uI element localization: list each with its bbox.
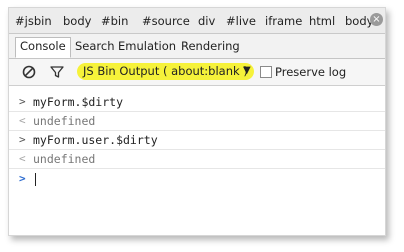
tab-console[interactable]: Console — [15, 37, 71, 58]
command-prompt-icon: > — [19, 95, 26, 108]
console-line: > myForm.$dirty — [9, 93, 385, 112]
breadcrumb-item[interactable]: html — [309, 14, 335, 28]
preserve-log-checkbox[interactable] — [260, 66, 272, 78]
tab-rendering[interactable]: Rendering — [181, 39, 240, 53]
result-prompt-icon: < — [19, 152, 26, 165]
breadcrumb-item[interactable]: div — [198, 14, 215, 28]
tab-search[interactable]: Search — [75, 39, 115, 53]
breadcrumb-item[interactable]: #live — [226, 14, 256, 28]
console-text: myForm.user.$dirty — [33, 133, 158, 147]
breadcrumb-item[interactable]: iframe — [265, 14, 302, 28]
text-caret — [35, 173, 36, 186]
breadcrumb-item[interactable]: body — [345, 14, 373, 28]
panel-tabs: Console Search Emulation Rendering — [9, 34, 385, 59]
console-input[interactable]: > — [9, 170, 385, 188]
console-line: < undefined — [9, 150, 385, 169]
close-icon[interactable]: × — [370, 13, 383, 26]
breadcrumb-item[interactable]: #jsbin — [15, 14, 52, 28]
context-selector[interactable]: JS Bin Output ( about:blank ) — [77, 63, 254, 80]
command-prompt-icon: > — [19, 133, 26, 146]
console-line: > myForm.user.$dirty — [9, 131, 385, 150]
input-prompt-icon: > — [19, 172, 26, 185]
devtools-panel: #jsbin body #bin #source div #live ifram… — [8, 7, 386, 236]
console-text: undefined — [33, 152, 96, 166]
breadcrumb: #jsbin body #bin #source div #live ifram… — [9, 8, 385, 34]
breadcrumb-item[interactable]: #source — [142, 14, 190, 28]
console-toolbar: JS Bin Output ( about:blank ) ▼ Preserve… — [9, 59, 385, 86]
dropdown-arrow-icon[interactable]: ▼ — [243, 65, 251, 76]
console-text: myForm.$dirty — [33, 95, 124, 109]
preserve-log-label[interactable]: Preserve log — [275, 65, 346, 79]
funnel-icon[interactable] — [49, 64, 65, 80]
breadcrumb-item[interactable]: #bin — [101, 14, 128, 28]
console-line: < undefined — [9, 112, 385, 131]
result-prompt-icon: < — [19, 114, 26, 127]
no-entry-icon[interactable] — [21, 64, 37, 80]
console-output: > myForm.$dirty < undefined > myForm.use… — [9, 86, 385, 235]
breadcrumb-item[interactable]: body — [63, 14, 91, 28]
tab-emulation[interactable]: Emulation — [118, 39, 176, 53]
console-text: undefined — [33, 114, 96, 128]
